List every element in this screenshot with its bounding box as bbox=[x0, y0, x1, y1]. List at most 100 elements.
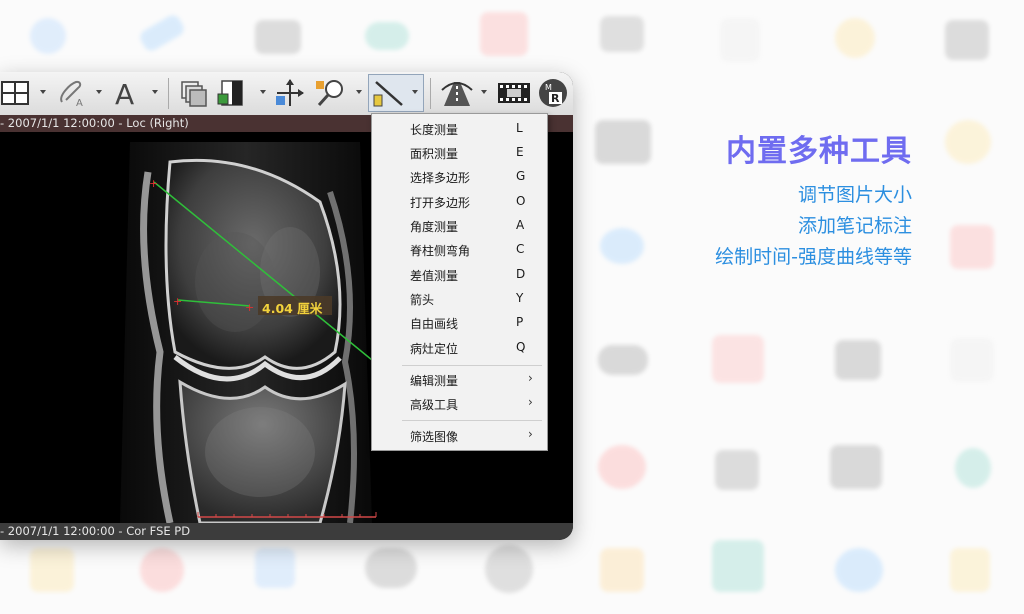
chevron-down-icon[interactable] bbox=[412, 90, 418, 94]
background-icon bbox=[255, 548, 295, 588]
promo-line: 绘制时间-强度曲线等等 bbox=[715, 246, 912, 268]
layout-grid-icon[interactable] bbox=[0, 78, 32, 108]
chevron-right-icon: › bbox=[528, 427, 533, 441]
menu-item-label: 面积测量 bbox=[410, 147, 459, 161]
background-icon bbox=[137, 12, 187, 54]
background-icon bbox=[830, 445, 882, 489]
promo-line: 添加笔记标注 bbox=[797, 215, 912, 237]
menu-item-shortcut: G bbox=[516, 169, 526, 183]
background-icon bbox=[835, 340, 881, 380]
menu-item-angle[interactable]: 角度测量 A bbox=[372, 214, 547, 238]
background-icon bbox=[715, 450, 759, 490]
svg-text:A: A bbox=[76, 98, 83, 108]
menu-item-freehand[interactable]: 自由画线 P bbox=[372, 311, 547, 335]
menu-item-difference[interactable]: 差值测量 D bbox=[372, 263, 547, 287]
background-icon bbox=[945, 120, 991, 164]
menu-item-label: 病灶定位 bbox=[410, 342, 459, 356]
chevron-right-icon: › bbox=[528, 371, 533, 385]
measure-ruler-icon[interactable] bbox=[372, 78, 406, 108]
menu-item-edit-measure[interactable]: 编辑测量 › bbox=[372, 368, 547, 392]
menu-item-shortcut: D bbox=[516, 267, 526, 281]
menu-item-lesion-locate[interactable]: 病灶定位 Q bbox=[372, 336, 547, 360]
text-tool-glyph: A bbox=[115, 78, 134, 108]
background-icon bbox=[950, 548, 990, 592]
background-icon bbox=[945, 20, 989, 60]
chevron-down-icon[interactable] bbox=[260, 90, 266, 94]
menu-item-length[interactable]: 长度测量 L bbox=[372, 117, 547, 141]
toolbar: A A M R bbox=[0, 72, 573, 116]
background-icon bbox=[255, 20, 301, 54]
menu-item-shortcut: C bbox=[516, 242, 525, 256]
menu-item-select-polygon[interactable]: 选择多边形 G bbox=[372, 165, 547, 189]
measurement-tools-menu: 长度测量 L 面积测量 E 选择多边形 G 打开多边形 O 角度测量 A 脊柱侧… bbox=[371, 113, 548, 451]
chevron-down-icon[interactable] bbox=[40, 90, 46, 94]
window-level-icon[interactable] bbox=[216, 78, 250, 108]
chevron-down-icon[interactable] bbox=[152, 90, 158, 94]
toolbar-divider bbox=[168, 78, 169, 109]
background-icon bbox=[712, 540, 764, 592]
menu-item-label: 脊柱侧弯角 bbox=[410, 244, 471, 258]
menu-divider bbox=[402, 420, 542, 421]
background-icon bbox=[485, 545, 533, 593]
menu-item-advanced-tools[interactable]: 高级工具 › bbox=[372, 392, 547, 416]
menu-item-label: 箭头 bbox=[410, 293, 435, 307]
measurement-label: 4.04 厘米 bbox=[262, 301, 323, 316]
text-tool-icon[interactable]: A bbox=[112, 78, 146, 108]
chevron-down-icon[interactable] bbox=[96, 90, 102, 94]
zoom-icon[interactable] bbox=[314, 78, 348, 108]
menu-item-label: 编辑测量 bbox=[410, 374, 459, 388]
menu-item-label: 自由画线 bbox=[410, 317, 459, 331]
menu-item-label: 选择多边形 bbox=[410, 171, 471, 185]
menu-item-shortcut: O bbox=[516, 194, 526, 208]
background-icon bbox=[365, 22, 409, 50]
annotation-pen-icon[interactable]: A bbox=[56, 78, 88, 108]
promo-page: A A M R - 2007/1/1 12:00:00 - Loc (Right… bbox=[0, 0, 1024, 614]
menu-item-label: 筛选图像 bbox=[410, 430, 459, 444]
menu-item-shortcut: A bbox=[516, 218, 525, 232]
background-icon bbox=[365, 548, 417, 588]
menu-item-open-polygon[interactable]: 打开多边形 O bbox=[372, 190, 547, 214]
pan-move-icon[interactable] bbox=[273, 78, 307, 108]
background-icon bbox=[598, 345, 648, 375]
toolbar-divider bbox=[430, 78, 431, 109]
mpr-r-glyph: R bbox=[551, 92, 560, 105]
chevron-down-icon[interactable] bbox=[356, 90, 362, 94]
menu-item-shortcut: E bbox=[516, 145, 524, 159]
menu-item-area[interactable]: 面积测量 E bbox=[372, 141, 547, 165]
road-perspective-icon[interactable] bbox=[440, 78, 474, 108]
menu-item-shortcut: L bbox=[516, 121, 523, 135]
menu-item-label: 长度测量 bbox=[410, 123, 459, 137]
background-icon bbox=[720, 18, 760, 62]
background-icon bbox=[712, 335, 764, 383]
menu-item-shortcut: Y bbox=[516, 291, 524, 305]
background-icon bbox=[480, 12, 528, 56]
background-icon bbox=[30, 548, 74, 592]
menu-item-filter-images[interactable]: 筛选图像 › bbox=[372, 424, 547, 448]
background-icon bbox=[950, 338, 994, 382]
mpr-r-icon[interactable]: M R bbox=[537, 78, 569, 108]
background-icon bbox=[600, 548, 644, 592]
promo-line: 调节图片大小 bbox=[797, 184, 912, 206]
background-icon bbox=[955, 448, 991, 488]
background-icon bbox=[600, 16, 644, 52]
film-cine-icon[interactable] bbox=[497, 78, 531, 108]
svg-text:+: + bbox=[149, 177, 158, 190]
chevron-right-icon: › bbox=[528, 395, 533, 409]
svg-text:+: + bbox=[245, 301, 254, 314]
promo-headline: 内置多种工具 bbox=[726, 134, 912, 169]
menu-item-label: 高级工具 bbox=[410, 398, 459, 412]
background-icon bbox=[835, 548, 883, 592]
menu-divider bbox=[402, 365, 542, 366]
background-icon bbox=[30, 18, 66, 54]
stack-images-icon[interactable] bbox=[178, 78, 210, 108]
svg-text:+: + bbox=[173, 295, 182, 308]
menu-item-label: 打开多边形 bbox=[410, 196, 471, 210]
menu-item-arrow[interactable]: 箭头 Y bbox=[372, 287, 547, 311]
menu-item-label: 角度测量 bbox=[410, 220, 459, 234]
menu-item-shortcut: Q bbox=[516, 340, 526, 354]
svg-text:M: M bbox=[545, 83, 552, 92]
background-icon bbox=[835, 18, 875, 58]
series-info-bottom: - 2007/1/1 12:00:00 - Cor FSE PD bbox=[0, 523, 573, 540]
chevron-down-icon[interactable] bbox=[481, 90, 487, 94]
menu-item-scoliosis-angle[interactable]: 脊柱侧弯角 C bbox=[372, 238, 547, 262]
